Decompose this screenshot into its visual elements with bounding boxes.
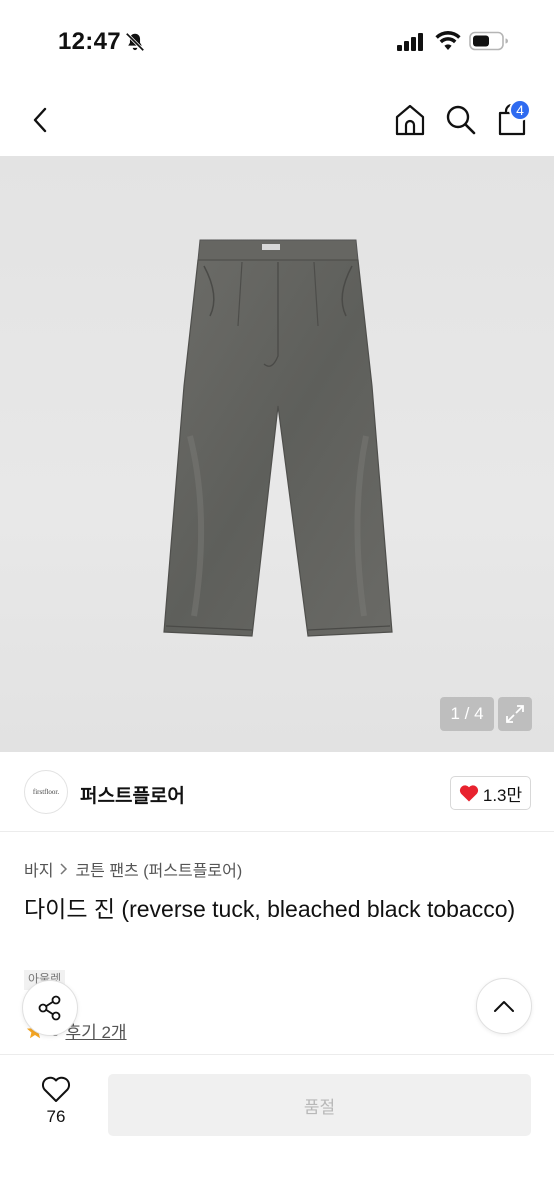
search-button[interactable] — [443, 102, 479, 138]
share-button[interactable] — [22, 980, 78, 1036]
home-button[interactable] — [392, 102, 428, 138]
breadcrumb-subcategory[interactable]: 코튼 팬츠 (퍼스트플로어) — [75, 857, 242, 881]
chevron-right-icon — [60, 863, 68, 875]
scroll-to-top-button[interactable] — [476, 978, 532, 1034]
review-count-link[interactable]: 후기 2개 — [65, 1018, 126, 1043]
brand-like-button[interactable]: 1.3만 — [450, 776, 531, 810]
chevron-up-icon — [494, 1001, 514, 1012]
brand-row: firstfloor. 퍼스트플로어 1.3만 — [0, 752, 554, 832]
home-icon — [395, 104, 425, 136]
wishlist-count: 76 — [46, 1107, 66, 1126]
status-bar: 12:47 — [0, 0, 554, 84]
bell-off-icon — [125, 32, 145, 52]
breadcrumb-category[interactable]: 바지 — [24, 857, 53, 881]
share-icon — [38, 995, 61, 1021]
heart-filled-icon — [459, 785, 478, 802]
cart-count-badge: 4 — [509, 99, 531, 121]
heart-outline-icon — [41, 1076, 71, 1102]
search-icon — [446, 105, 476, 135]
expand-image-button[interactable] — [498, 697, 532, 731]
expand-icon — [506, 705, 524, 723]
product-title: 다이드 진 (reverse tuck, bleached black toba… — [24, 896, 516, 922]
top-nav-bar — [0, 84, 554, 156]
signal-icon — [397, 33, 423, 51]
battery-icon — [469, 31, 508, 51]
wishlist-button[interactable]: 76 — [30, 1075, 82, 1135]
bottom-action-bar: 76 품절 — [0, 1054, 554, 1200]
product-image-carousel[interactable]: 1 / 4 — [0, 156, 554, 752]
grey-jeans-image — [163, 239, 393, 637]
brand-logo[interactable]: firstfloor. — [24, 770, 68, 814]
brand-like-count: 1.3만 — [482, 785, 523, 805]
brand-name[interactable]: 퍼스트플로어 — [80, 781, 185, 808]
breadcrumb: 바지 코튼 팬츠 (퍼스트플로어) — [24, 857, 242, 881]
back-button[interactable] — [24, 102, 56, 138]
image-page-indicator: 1 / 4 — [440, 697, 494, 731]
sold-out-button[interactable]: 품절 — [108, 1074, 531, 1136]
wifi-icon — [435, 31, 461, 50]
chevron-left-icon — [33, 107, 47, 133]
status-time: 12:47 — [58, 28, 121, 55]
